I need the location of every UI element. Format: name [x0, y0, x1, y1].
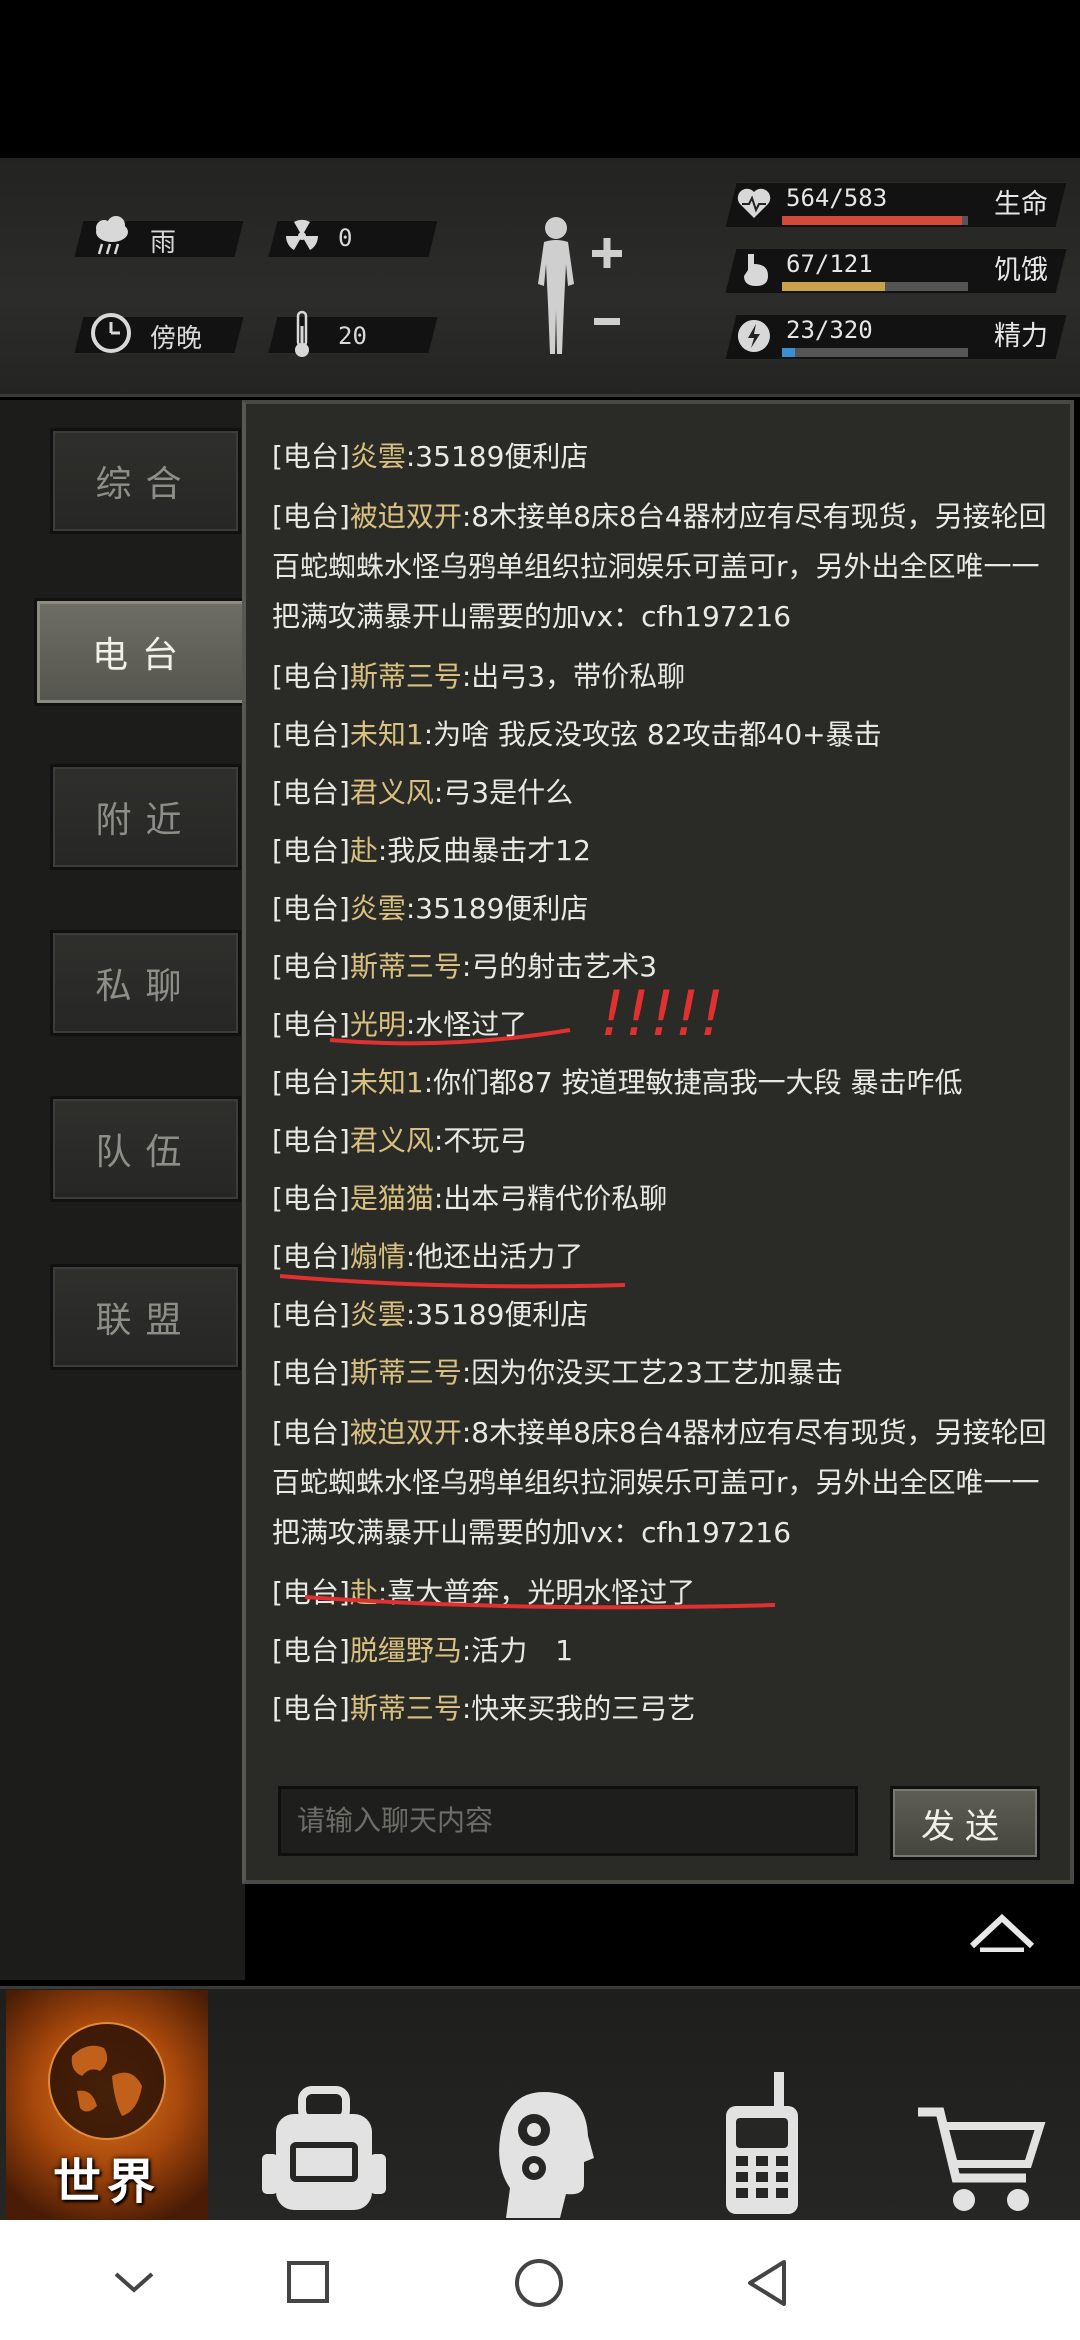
annotation-underline-1: [329, 1028, 571, 1046]
chevron-down-icon[interactable]: [112, 2268, 156, 2296]
annotation-underline-2: [279, 1274, 626, 1289]
nav-world-label: 世界: [52, 2154, 161, 2210]
chat-input[interactable]: 请输入聊天内容: [278, 1786, 858, 1856]
send-button[interactable]: 发送: [890, 1786, 1040, 1860]
back-triangle-icon[interactable]: [744, 2258, 790, 2308]
recents-square-icon[interactable]: [286, 2260, 330, 2304]
system-nav-bar: [0, 2220, 1080, 2340]
collapse-up-icon[interactable]: [966, 1908, 1038, 1952]
nav-world-button[interactable]: 世界: [6, 1990, 208, 2220]
annotation-exclamations: !!!!!: [600, 977, 724, 1050]
annotation-underline-3: [304, 1595, 776, 1610]
globe-icon: [48, 2022, 166, 2140]
home-circle-icon[interactable]: [514, 2258, 564, 2308]
